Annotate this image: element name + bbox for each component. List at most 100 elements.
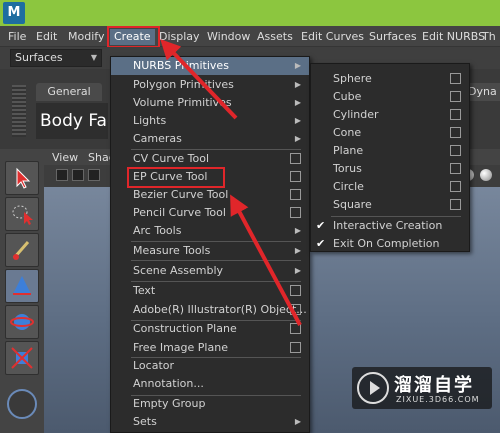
submenu-item-square[interactable]: Square bbox=[311, 196, 469, 214]
submenu-arrow-icon: ▶ bbox=[294, 266, 301, 275]
nurbs-primitives-submenu: Sphere Cube Cylinder Cone Plane Torus Ci… bbox=[310, 63, 470, 252]
cube-icon bbox=[11, 347, 33, 369]
submenu-item-torus[interactable]: Torus bbox=[311, 160, 469, 178]
checkmark-icon: ✔ bbox=[316, 237, 326, 250]
menu-edit[interactable]: Edit bbox=[36, 29, 57, 45]
option-box-icon[interactable] bbox=[290, 342, 301, 353]
menu-item-scene-assembly[interactable]: Scene Assembly ▶ bbox=[111, 262, 309, 280]
paint-tool-button[interactable] bbox=[5, 233, 39, 267]
menu-item-label: Arc Tools bbox=[133, 224, 182, 237]
menu-item-volume-primitives[interactable]: Volume Primitives ▶ bbox=[111, 94, 309, 112]
menu-item-adobe-illustrator-object[interactable]: Adobe(R) Illustrator(R) Object... bbox=[111, 301, 309, 319]
menu-item-label: Sets bbox=[133, 415, 157, 428]
option-box-icon[interactable] bbox=[450, 127, 461, 138]
option-box-icon[interactable] bbox=[450, 73, 461, 84]
maya-logo-icon: M bbox=[3, 2, 25, 24]
drag-handle-icon[interactable] bbox=[12, 85, 26, 137]
menu-item-sets[interactable]: Sets ▶ bbox=[111, 413, 309, 431]
menu-modify[interactable]: Modify bbox=[68, 29, 104, 45]
menu-item-label: Cylinder bbox=[333, 108, 379, 121]
menu-item-label: Text bbox=[133, 284, 156, 297]
submenu-item-cone[interactable]: Cone bbox=[311, 124, 469, 142]
menu-edit-curves[interactable]: Edit Curves bbox=[301, 29, 364, 45]
submenu-item-circle[interactable]: Circle bbox=[311, 178, 469, 196]
submenu-arrow-icon: ▶ bbox=[294, 417, 301, 426]
option-box-icon[interactable] bbox=[450, 163, 461, 174]
move-tool-button[interactable] bbox=[5, 269, 39, 303]
menu-item-cv-curve-tool[interactable]: CV Curve Tool bbox=[111, 150, 309, 168]
submenu-item-sphere[interactable]: Sphere bbox=[311, 70, 469, 88]
film-icon[interactable] bbox=[72, 169, 84, 181]
menu-item-locator[interactable]: Locator bbox=[111, 357, 309, 375]
submenu-item-cube[interactable]: Cube bbox=[311, 88, 469, 106]
menu-window[interactable]: Window bbox=[207, 29, 250, 45]
menu-item-arc-tools[interactable]: Arc Tools ▶ bbox=[111, 222, 309, 240]
submenu-arrow-icon: ▶ bbox=[294, 80, 301, 89]
menu-item-construction-plane[interactable]: Construction Plane bbox=[111, 320, 309, 338]
mode-selector-value: Surfaces bbox=[15, 51, 63, 64]
option-box-icon[interactable] bbox=[450, 199, 461, 210]
menu-item-label: Cameras bbox=[133, 132, 182, 145]
menu-item-lights[interactable]: Lights ▶ bbox=[111, 112, 309, 130]
submenu-arrow-icon: ▶ bbox=[294, 226, 301, 235]
menu-item-label: Cube bbox=[333, 90, 362, 103]
menu-surfaces[interactable]: Surfaces bbox=[369, 29, 417, 45]
lasso-tool-button[interactable] bbox=[5, 197, 39, 231]
menu-display[interactable]: Display bbox=[159, 29, 200, 45]
menu-item-label: Bezier Curve Tool bbox=[133, 188, 229, 201]
scale-tool-button[interactable] bbox=[5, 341, 39, 375]
menu-item-annotation[interactable]: Annotation... bbox=[111, 375, 309, 393]
menu-item-label: Free Image Plane bbox=[133, 341, 228, 354]
shelf-tab-general[interactable]: General bbox=[36, 83, 102, 101]
option-box-icon[interactable] bbox=[290, 207, 301, 218]
menu-item-measure-tools[interactable]: Measure Tools ▶ bbox=[111, 242, 309, 260]
lit-sphere-icon[interactable] bbox=[480, 169, 492, 181]
chevron-down-icon: ▼ bbox=[90, 53, 97, 62]
option-box-icon[interactable] bbox=[290, 285, 301, 296]
menu-more[interactable]: Th bbox=[482, 29, 496, 45]
toggle-exit-on-completion[interactable]: ✔ Exit On Completion bbox=[311, 235, 469, 253]
menu-file[interactable]: File bbox=[8, 29, 26, 45]
camera-icon[interactable] bbox=[56, 169, 68, 181]
option-box-icon[interactable] bbox=[450, 91, 461, 102]
title-bar: M bbox=[0, 0, 500, 26]
play-logo-icon bbox=[357, 372, 389, 404]
menu-item-label: Plane bbox=[333, 144, 364, 157]
menu-item-label: Torus bbox=[333, 162, 362, 175]
menu-item-label: Circle bbox=[333, 180, 364, 193]
menu-item-text[interactable]: Text bbox=[111, 282, 309, 300]
toggle-interactive-creation[interactable]: ✔ Interactive Creation bbox=[311, 217, 469, 235]
grid-icon[interactable] bbox=[88, 169, 100, 181]
lasso-icon bbox=[12, 205, 33, 225]
menu-item-free-image-plane[interactable]: Free Image Plane bbox=[111, 339, 309, 357]
menu-edit-nurbs[interactable]: Edit NURBS bbox=[422, 29, 485, 45]
menu-item-pencil-curve-tool[interactable]: Pencil Curve Tool bbox=[111, 204, 309, 222]
menu-item-bezier-curve-tool[interactable]: Bezier Curve Tool bbox=[111, 186, 309, 204]
option-box-icon[interactable] bbox=[450, 181, 461, 192]
viewport-menu-view[interactable]: View bbox=[52, 151, 78, 164]
option-box-icon[interactable] bbox=[290, 323, 301, 334]
submenu-item-plane[interactable]: Plane bbox=[311, 142, 469, 160]
option-box-icon[interactable] bbox=[450, 109, 461, 120]
option-box-icon[interactable] bbox=[290, 304, 301, 315]
menu-item-label: Cone bbox=[333, 126, 362, 139]
watermark: 溜溜自学 ZIXUE.3D66.COM bbox=[352, 367, 492, 409]
mode-selector[interactable]: Surfaces ▼ bbox=[10, 49, 102, 67]
menu-item-empty-group[interactable]: Empty Group bbox=[111, 395, 309, 413]
menu-assets[interactable]: Assets bbox=[257, 29, 293, 45]
select-tool-button[interactable] bbox=[5, 161, 39, 195]
menu-item-cameras[interactable]: Cameras ▶ bbox=[111, 130, 309, 148]
submenu-arrow-icon: ▶ bbox=[294, 116, 301, 125]
submenu-item-cylinder[interactable]: Cylinder bbox=[311, 106, 469, 124]
option-box-icon[interactable] bbox=[290, 153, 301, 164]
rotate-tool-button[interactable] bbox=[5, 305, 39, 339]
cone-icon bbox=[13, 276, 31, 295]
select-arrow-icon bbox=[16, 167, 31, 189]
last-tool-button[interactable] bbox=[7, 389, 37, 419]
option-box-icon[interactable] bbox=[290, 171, 301, 182]
menu-item-polygon-primitives[interactable]: Polygon Primitives ▶ bbox=[111, 76, 309, 94]
menu-item-nurbs-primitives[interactable]: NURBS Primitives ▶ bbox=[111, 57, 309, 75]
option-box-icon[interactable] bbox=[450, 145, 461, 156]
menu-bar: File Edit Modify Create Display Window A… bbox=[0, 26, 500, 47]
option-box-icon[interactable] bbox=[290, 189, 301, 200]
